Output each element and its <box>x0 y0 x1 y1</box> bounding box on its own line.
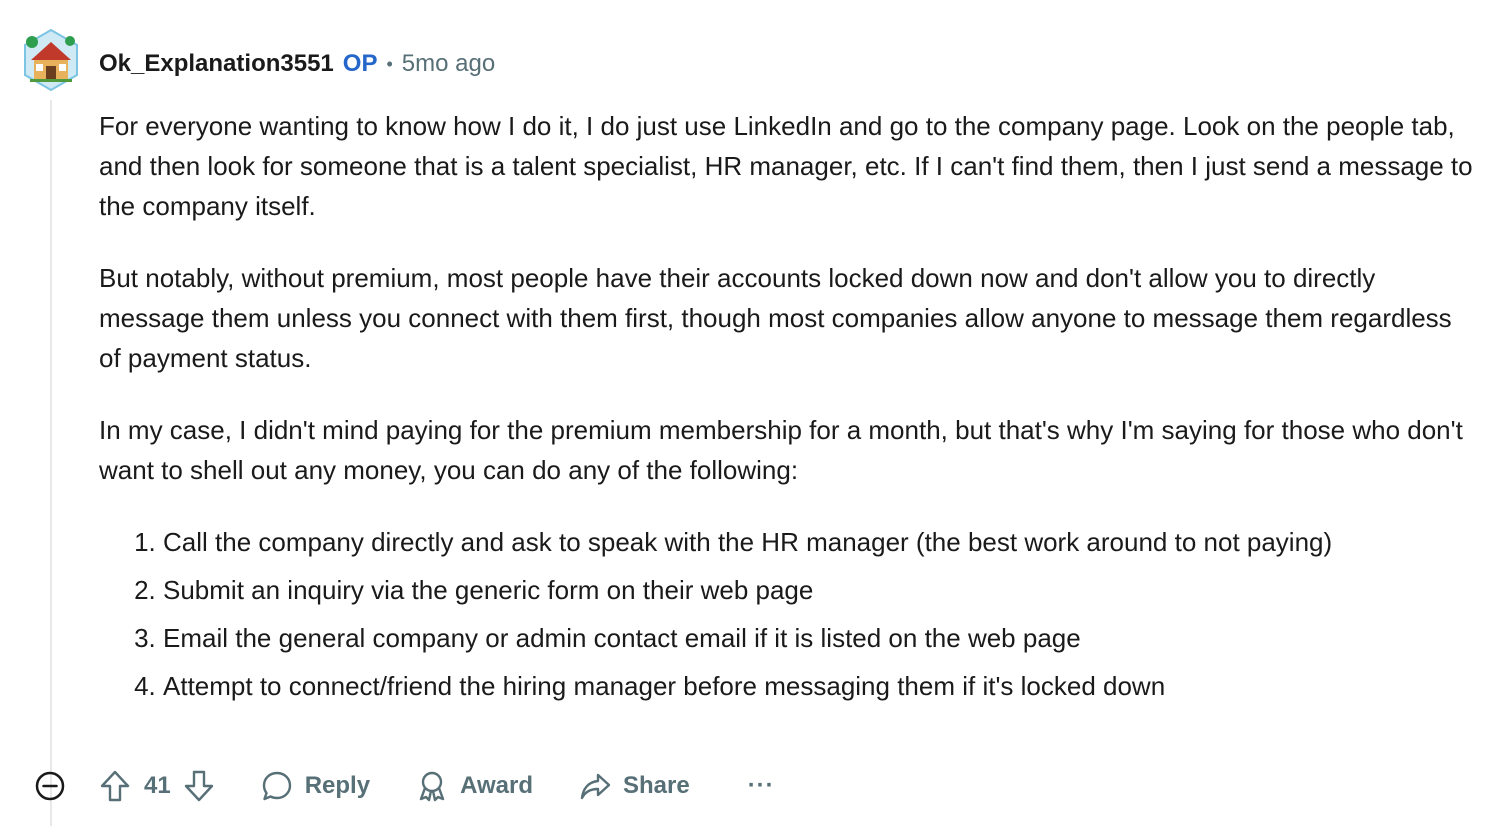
share-arrow-icon <box>579 770 611 802</box>
arrow-up-icon <box>99 769 131 803</box>
share-label: Share <box>622 772 690 799</box>
collapse-button[interactable] <box>34 770 66 802</box>
more-options-button[interactable]: ··· <box>748 772 775 800</box>
comment-paragraph: But notably, without premium, most peopl… <box>99 263 1452 373</box>
award-button[interactable]: Award <box>416 770 533 802</box>
comment-list: Call the company directly and ask to spe… <box>99 522 1479 706</box>
timestamp[interactable]: 5mo ago <box>402 50 495 78</box>
award-label: Award <box>460 772 533 799</box>
comment-actions: 41 Reply Award Share ··· <box>34 762 775 810</box>
thread-line[interactable] <box>50 100 52 826</box>
downvote-button[interactable] <box>183 769 215 803</box>
meta-separator: • <box>386 53 393 74</box>
vote-count: 41 <box>144 772 171 799</box>
comment-paragraph: For everyone wanting to know how I do it… <box>99 111 1473 221</box>
minus-circle-icon <box>34 770 66 802</box>
username-link[interactable]: Ok_Explanation3551 <box>99 50 334 78</box>
list-item: Call the company directly and ask to spe… <box>163 522 1479 562</box>
op-badge: OP <box>342 50 378 77</box>
comment-header: Ok_Explanation3551 OP • 5mo ago <box>99 44 495 84</box>
list-item: Email the general company or admin conta… <box>163 618 1479 658</box>
comment-body: For everyone wanting to know how I do it… <box>99 106 1479 714</box>
list-item: Attempt to connect/friend the hiring man… <box>163 666 1479 706</box>
reply-label: Reply <box>304 772 371 799</box>
speech-bubble-icon <box>261 770 293 802</box>
list-item: Submit an inquiry via the generic form o… <box>163 570 1479 610</box>
arrow-down-icon <box>183 769 215 803</box>
avatar[interactable] <box>22 28 80 92</box>
upvote-button[interactable] <box>99 769 131 803</box>
share-button[interactable]: Share <box>579 770 690 802</box>
award-ribbon-icon <box>416 770 448 802</box>
more-options-label: ··· <box>747 772 775 799</box>
reply-button[interactable]: Reply <box>261 770 370 802</box>
comment-paragraph: In my case, I didn't mind paying for the… <box>99 415 1463 485</box>
avatar-image <box>24 28 78 92</box>
